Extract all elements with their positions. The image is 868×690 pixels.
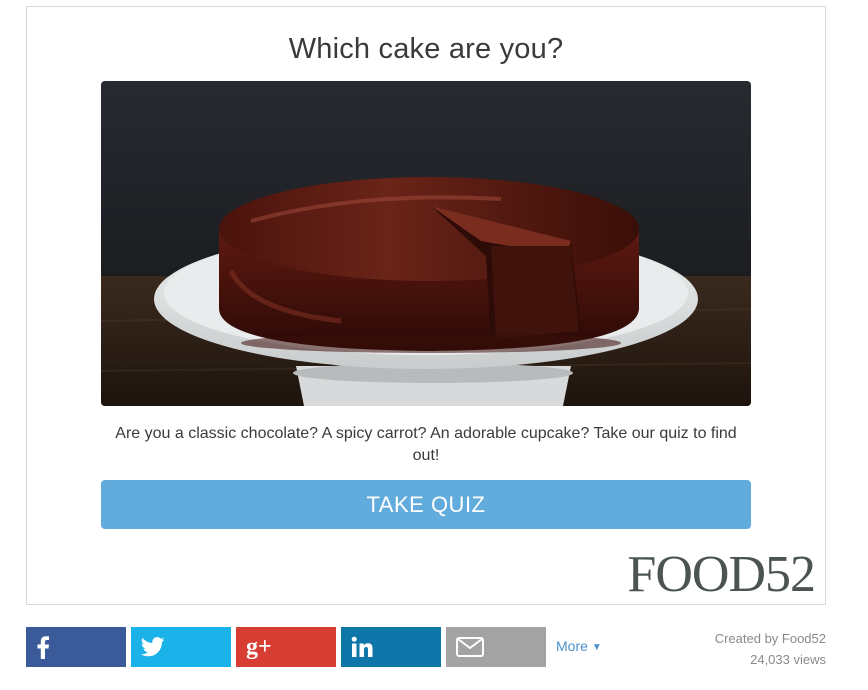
linkedin-icon (351, 636, 373, 658)
caret-down-icon: ▼ (591, 642, 602, 653)
view-count: 24,033 views (750, 652, 826, 667)
google-plus-icon: g+ (246, 633, 272, 660)
quiz-title: Which cake are you? (288, 33, 564, 65)
hero-image[interactable] (101, 81, 751, 406)
quiz-description: Are you a classic chocolate? A spicy car… (115, 425, 737, 464)
created-by: Created by Food52 (714, 631, 826, 646)
envelope-icon (456, 637, 484, 657)
quiz-card: Which cake are you? Are you a classic ch… (26, 6, 826, 605)
take-quiz-button[interactable]: TAKE QUIZ (101, 480, 751, 529)
share-linkedin-button[interactable] (341, 627, 441, 667)
share-email-button[interactable] (446, 627, 546, 667)
more-label: More (556, 638, 588, 654)
share-google-plus-button[interactable]: g+ (236, 627, 336, 667)
facebook-icon (36, 635, 50, 659)
share-twitter-button[interactable] (131, 627, 231, 667)
quiz-meta: Created by Food52 24,033 views (715, 628, 826, 670)
brand-logo: FOOD52 (627, 546, 816, 603)
share-facebook-button[interactable] (26, 627, 126, 667)
twitter-icon (141, 637, 165, 657)
more-share-options[interactable]: More ▼ (556, 638, 602, 654)
